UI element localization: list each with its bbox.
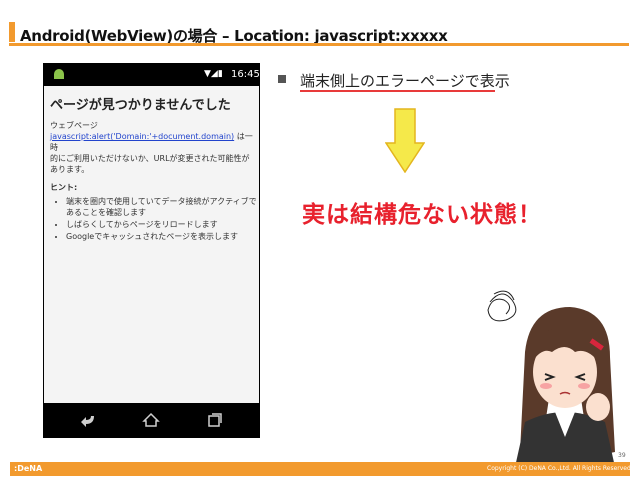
status-bar: ▼◢▮ 16:45 [44,64,260,86]
hint-item: しばらくしてからページをリロードします [66,219,261,230]
hint-list: 端末を圏内で使用していてデータ接続がアクティブであることを確認します しばらくし… [58,196,261,243]
webpage-label: ウェブページ [50,121,98,130]
home-icon[interactable] [142,411,160,429]
hint-item: 端末を圏内で使用していてデータ接続がアクティブであることを確認します [66,196,261,218]
signal-battery-icon: ▼◢▮ [204,69,223,79]
recent-apps-icon[interactable] [206,411,224,429]
status-time: 16:45 [231,69,260,80]
error-title: ページが見つかりませんでした [50,98,231,113]
confused-girl-illustration [487,290,615,467]
bullet-text: 端末側上のエラーページで表示 [300,72,510,90]
title-underline [9,43,629,46]
webpage-link[interactable]: javascript:alert('Domain:'+document.doma… [50,132,234,141]
footer-bar: :DeNA Copyright (C) DeNA Co.,Ltd. All Ri… [10,462,633,476]
title-accent-bar [9,22,15,42]
webpage-message: javascript:alert('Domain:'+document.doma… [50,131,255,175]
hint-label: ヒント: [50,183,78,192]
dena-logo: :DeNA [14,464,43,473]
webpage-message-rest: 的にご利用いただけないか、URLが変更された可能性があります。 [50,154,250,174]
down-arrow-icon [385,108,425,173]
back-icon[interactable] [79,411,97,429]
android-icon [54,69,64,79]
error-page: ページが見つかりませんでした ウェブページ javascript:alert('… [44,86,259,403]
hint-item: Googleでキャッシュされたページを表示します [66,231,261,242]
bullet-square-icon [278,75,286,83]
emphasis-text: 実は結構危ない状態！ [302,202,542,228]
red-underline [300,90,495,92]
page-number: 39 [618,452,626,459]
copyright-text: Copyright (C) DeNA Co.,Ltd. All Rights R… [487,465,633,472]
navigation-bar [44,403,259,437]
phone-screenshot: ▼◢▮ 16:45 ページが見つかりませんでした ウェブページ javascri… [43,63,260,438]
